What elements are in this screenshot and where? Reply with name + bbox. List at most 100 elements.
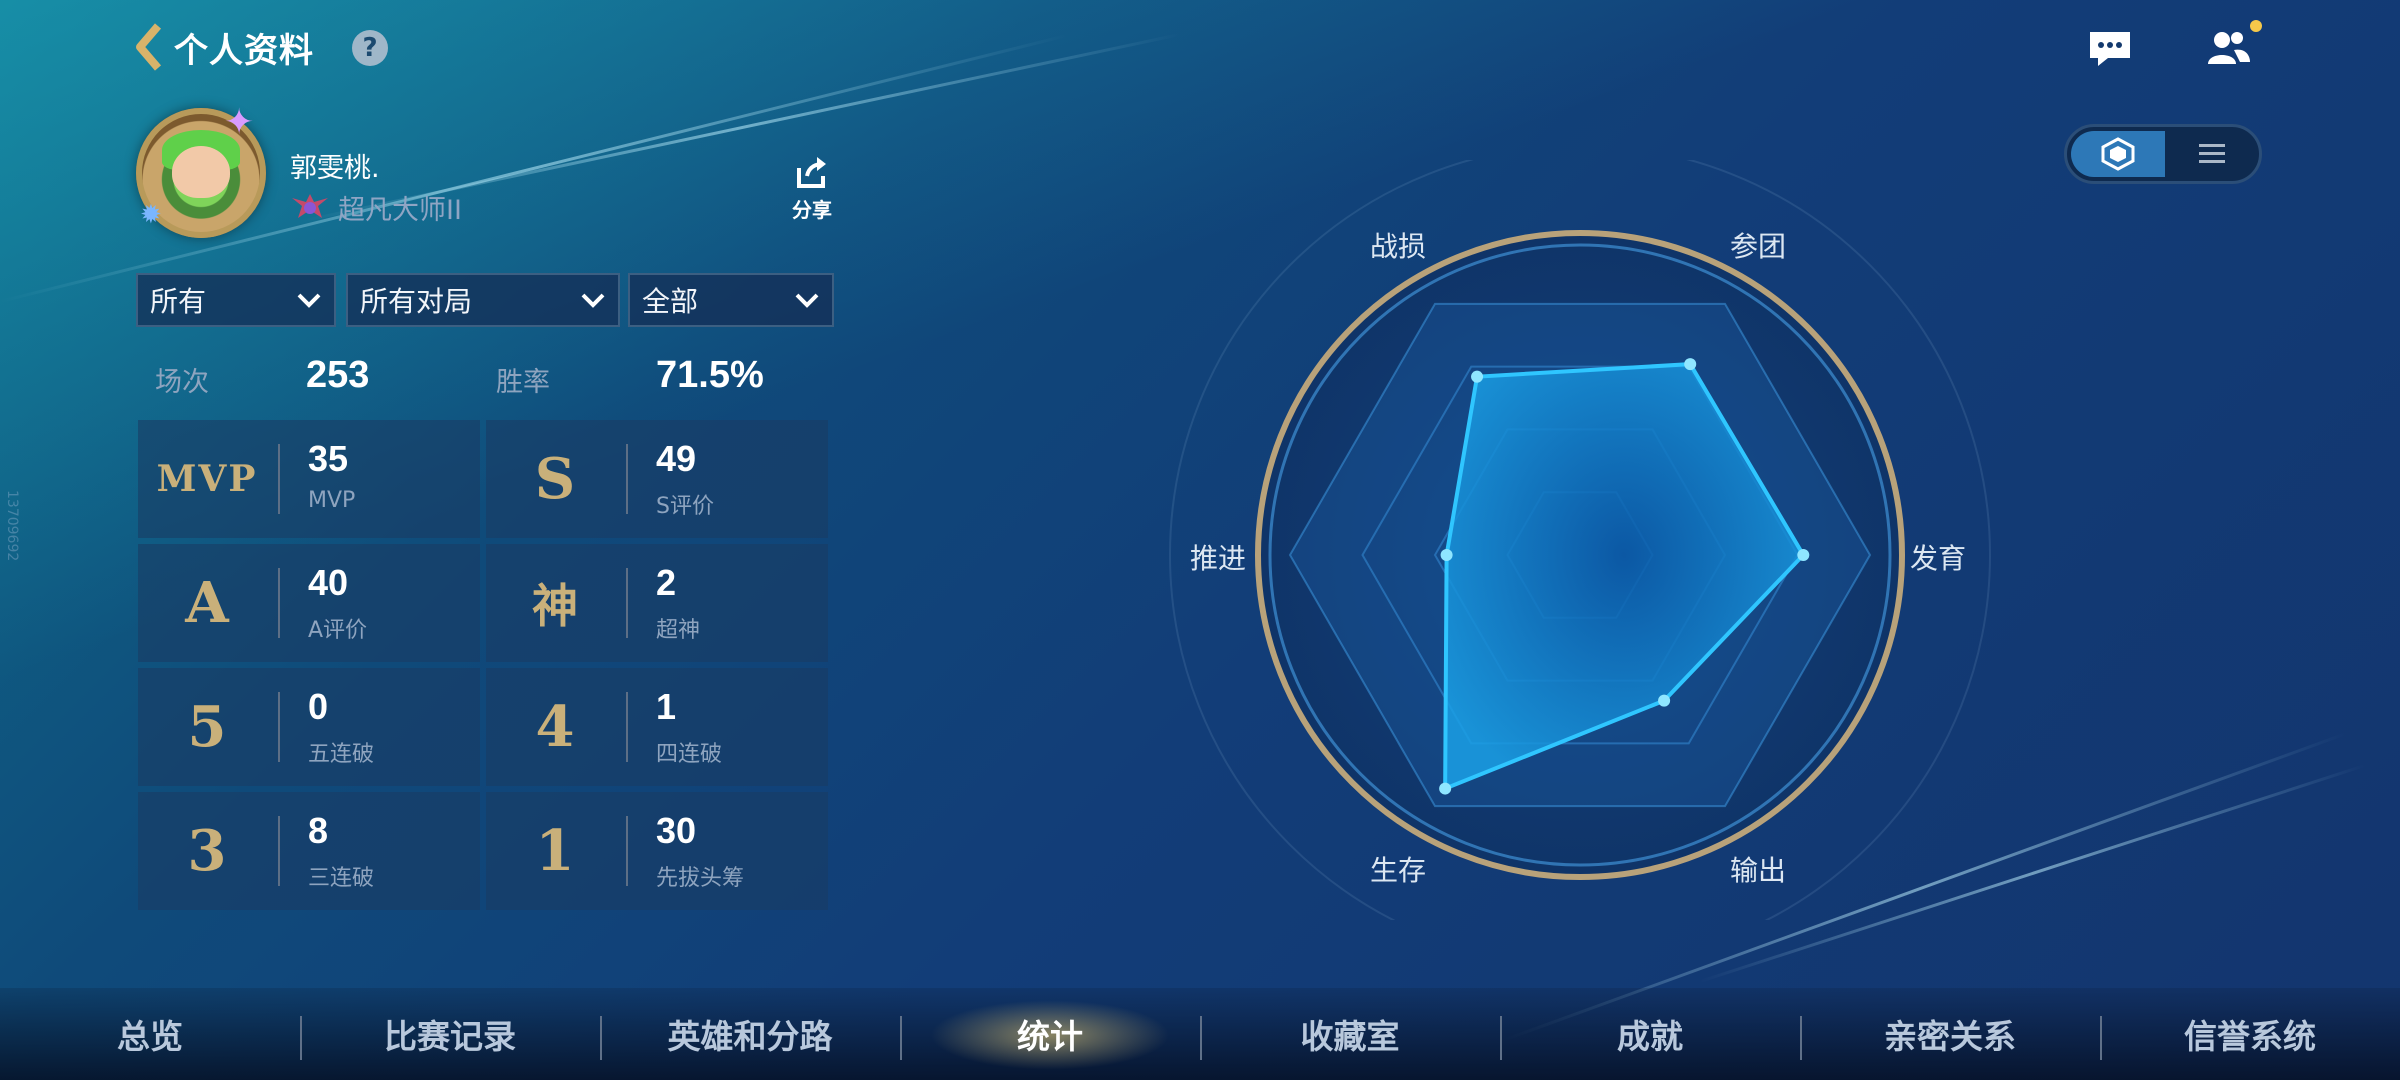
hexagon-icon — [2101, 137, 2135, 171]
toggle-radar-view[interactable] — [2071, 131, 2165, 177]
matches-value: 253 — [306, 354, 370, 396]
achievement-cell: S 49 S评价 — [486, 420, 828, 538]
chevron-down-icon — [795, 293, 819, 308]
achievement-value: 30 — [656, 810, 697, 851]
tab-collection[interactable]: 收藏室 — [1200, 1010, 1500, 1058]
rank-emblem-icon — [292, 193, 328, 218]
divider — [626, 692, 628, 762]
filter-range-select[interactable]: 全部 — [628, 273, 834, 327]
filter-value: 全部 — [642, 285, 699, 318]
achievement-value: 40 — [308, 562, 349, 603]
tab-match-history[interactable]: 比赛记录 — [300, 1010, 600, 1058]
sparkle-icon: ✦ — [224, 102, 255, 143]
tab-credit-system[interactable]: 信誉系统 — [2100, 1010, 2400, 1058]
side-id-text: 13709692 — [4, 490, 20, 562]
achievement-value: 2 — [656, 562, 677, 603]
radar-axis-label: 参团 — [1730, 230, 1787, 264]
achievement-label: 超神 — [656, 618, 701, 643]
s-badge-icon: S — [534, 446, 576, 512]
achievement-label: A评价 — [308, 618, 368, 643]
divider — [626, 568, 628, 638]
achievement-label: S评价 — [656, 494, 714, 519]
rank-row: 超凡大师II — [290, 188, 462, 227]
friends-icon[interactable] — [2204, 26, 2252, 70]
achievement-label: 三连破 — [308, 866, 375, 891]
achievement-cell: 1 30 先拔头筹 — [486, 792, 828, 910]
chat-icon[interactable] — [2086, 28, 2134, 70]
divider — [278, 444, 280, 514]
achievement-cell: 4 1 四连破 — [486, 668, 828, 786]
achievement-cell: 3 8 三连破 — [138, 792, 480, 910]
radar-point-0 — [1471, 370, 1484, 383]
divider — [278, 568, 280, 638]
list-icon — [2199, 144, 2225, 163]
share-button[interactable]: 分享 — [790, 154, 834, 223]
divider — [278, 816, 280, 886]
tab-statistics[interactable]: 统计 — [900, 1010, 1200, 1058]
toggle-list-view[interactable] — [2167, 131, 2257, 177]
username: 郭雯桃. — [290, 153, 380, 184]
share-icon — [797, 157, 826, 188]
quadra-badge-icon: 4 — [535, 694, 575, 760]
radar-axis-label: 生存 — [1370, 853, 1427, 887]
back-chevron-icon — [136, 23, 162, 71]
filter-mode-select[interactable]: 所有 — [136, 273, 336, 327]
winrate-value: 71.5% — [656, 354, 764, 396]
bottom-nav: 总览 比赛记录 英雄和分路 统计 收藏室 成就 亲密关系 信誉系统 — [0, 988, 2400, 1080]
radar-chart: 战损 参团发育输出 生存 推进 — [1130, 144, 2030, 966]
radar-axis-label: 发育 — [1910, 542, 1967, 575]
divider — [626, 444, 628, 514]
tab-relationships[interactable]: 亲密关系 — [1800, 1010, 2100, 1058]
gem-icon: ✹ — [140, 200, 162, 230]
achievement-value: 8 — [308, 810, 329, 851]
help-icon[interactable]: ? — [352, 30, 388, 66]
avatar[interactable]: ✦ ✹ — [136, 102, 266, 238]
back-button[interactable]: 个人资料 — [134, 22, 314, 72]
achievement-label: MVP — [308, 488, 356, 513]
radar-axis-label: 战损 — [1370, 230, 1427, 264]
filter-value: 所有 — [150, 285, 207, 318]
achievement-label: 先拔头筹 — [656, 866, 745, 891]
triple-badge-icon: 3 — [187, 818, 227, 884]
tab-achievements[interactable]: 成就 — [1500, 1010, 1800, 1058]
radar-point-1 — [1684, 358, 1697, 371]
chevron-down-icon — [581, 293, 605, 308]
share-label: 分享 — [792, 198, 832, 222]
radar-point-4 — [1439, 782, 1452, 795]
tab-heroes-lanes[interactable]: 英雄和分路 — [600, 1010, 900, 1058]
radar-point-2 — [1797, 549, 1810, 561]
achievement-label: 五连破 — [308, 742, 375, 767]
notification-dot — [2250, 20, 2262, 32]
achievement-cell: MVP 35 MVP — [138, 420, 480, 538]
tab-overview[interactable]: 总览 — [0, 1010, 300, 1058]
filter-value: 所有对局 — [360, 285, 473, 318]
chevron-down-icon — [297, 293, 321, 308]
first-blood-badge-icon: 1 — [535, 818, 575, 884]
view-toggle[interactable] — [2064, 124, 2262, 184]
achievement-value: 35 — [308, 438, 349, 479]
achievement-cell: A 40 A评价 — [138, 544, 480, 662]
achievement-value: 1 — [656, 686, 677, 727]
radar-point-5 — [1440, 549, 1453, 561]
a-badge-icon: A — [185, 570, 229, 636]
penta-badge-icon: 5 — [187, 694, 227, 760]
godlike-badge-icon: 神 — [532, 579, 578, 633]
rank-text: 超凡大师II — [338, 195, 462, 226]
radar-axis-label: 输出 — [1730, 853, 1787, 887]
avatar-face — [172, 146, 230, 198]
radar-svg — [1169, 144, 1991, 966]
radar-axis-label: 推进 — [1190, 542, 1247, 575]
achievement-cell: 5 0 五连破 — [138, 668, 480, 786]
achievement-value: 0 — [308, 686, 329, 727]
divider — [278, 692, 280, 762]
achievement-cell: 神 2 超神 — [486, 544, 828, 662]
winrate-label: 胜率 — [496, 367, 550, 398]
divider — [626, 816, 628, 886]
filter-match-select[interactable]: 所有对局 — [346, 273, 620, 327]
matches-label: 场次 — [155, 367, 209, 398]
page-title: 个人资料 — [174, 30, 314, 71]
achievement-value: 49 — [656, 438, 697, 479]
achievement-label: 四连破 — [656, 742, 723, 767]
mvp-badge-icon: MVP — [156, 458, 258, 500]
radar-point-3 — [1658, 694, 1671, 707]
